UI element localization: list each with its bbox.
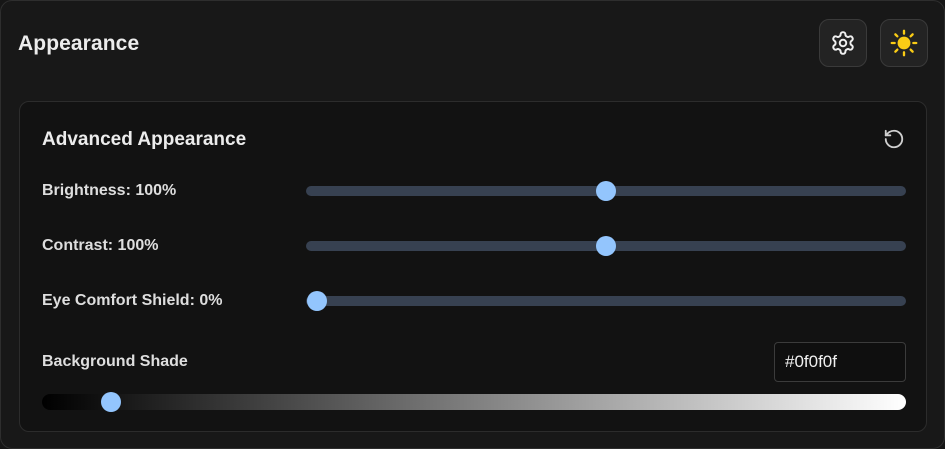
appearance-panel: Appearance Advanced Appearance Brightnes… [0,0,945,449]
brightness-label: Brightness: 100% [42,182,177,199]
reset-icon [884,129,904,149]
eye-comfort-label: Eye Comfort Shield: 0% [42,292,223,309]
eye-comfort-slider[interactable] [306,291,906,311]
theme-toggle-button[interactable] [880,19,928,67]
gear-icon [832,31,854,55]
brightness-thumb[interactable] [596,181,616,201]
contrast-slider[interactable] [306,236,906,256]
contrast-thumb[interactable] [596,236,616,256]
background-shade-gradient-track [42,394,906,410]
brightness-slider[interactable] [306,181,906,201]
advanced-appearance-card: Advanced Appearance Brightness: 100% Con… [19,101,927,432]
hex-color-input[interactable] [774,342,906,382]
contrast-label: Contrast: 100% [42,237,159,254]
eye-comfort-track [306,296,906,306]
eye-comfort-thumb[interactable] [307,291,327,311]
settings-button[interactable] [819,19,867,67]
background-shade-thumb[interactable] [101,392,122,412]
sun-icon [890,29,918,57]
card-title: Advanced Appearance [42,129,247,150]
reset-button[interactable] [882,127,906,151]
background-shade-slider[interactable] [42,392,906,412]
background-shade-label: Background Shade [42,353,188,370]
panel-title: Appearance [18,32,140,55]
